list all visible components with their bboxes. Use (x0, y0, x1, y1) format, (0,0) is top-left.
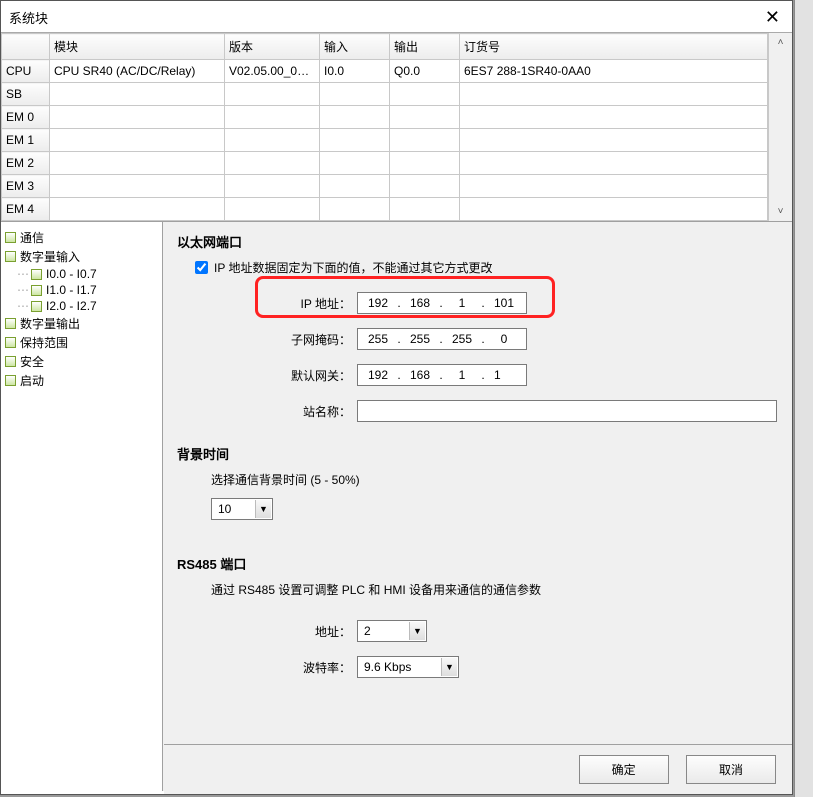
col-version[interactable]: 版本 (225, 34, 320, 60)
ip-address-input[interactable]: 192. 168. 1. 101 (357, 292, 527, 314)
nav-tree: 通信 数字量输入 ⋯I0.0 - I0.7 ⋯I1.0 - I1.7 ⋯I2.0… (1, 222, 163, 791)
square-icon (5, 356, 16, 367)
tree-item-dout[interactable]: 数字量输出 (5, 314, 158, 333)
tree-item-din-child[interactable]: ⋯I0.0 - I0.7 (5, 266, 158, 282)
table-row: EM 1 (2, 129, 768, 152)
tree-item-din-child[interactable]: ⋯I1.0 - I1.7 (5, 282, 158, 298)
col-output[interactable]: 输出 (390, 34, 460, 60)
chevron-down-icon: ▼ (441, 658, 457, 676)
tree-item-comm[interactable]: 通信 (5, 228, 158, 247)
right-edge (794, 0, 813, 797)
col-module[interactable]: 模块 (50, 34, 225, 60)
ok-button[interactable]: 确定 (579, 755, 669, 784)
square-icon (31, 269, 42, 280)
chevron-down-icon: ▼ (409, 622, 425, 640)
rs485-baud-select[interactable]: 9.6 Kbps ▼ (357, 656, 459, 678)
rs485-addr-select[interactable]: 2 ▼ (357, 620, 427, 642)
window-title: 系统块 (9, 8, 48, 27)
button-bar: 确定 取消 (164, 744, 792, 794)
table-row: SB (2, 83, 768, 106)
background-time-select[interactable]: 10 ▼ (211, 498, 273, 520)
ethernet-title: 以太网端口 (177, 232, 778, 251)
square-icon (5, 318, 16, 329)
grid-corner (2, 34, 50, 60)
col-order[interactable]: 订货号 (460, 34, 768, 60)
cell-output[interactable]: Q0.0 (390, 60, 460, 83)
close-icon[interactable]: ✕ (761, 7, 784, 28)
gateway-input[interactable]: 192. 168. 1. 1 (357, 364, 527, 386)
table-row: EM 0 (2, 106, 768, 129)
title-bar: 系统块 ✕ (1, 1, 792, 32)
cell-version[interactable]: V02.05.00_00.... (225, 60, 320, 83)
ip-fixed-label: IP 地址数据固定为下面的值，不能通过其它方式更改 (214, 259, 492, 276)
square-icon (31, 285, 42, 296)
form-panel: 以太网端口 IP 地址数据固定为下面的值，不能通过其它方式更改 IP 地址： 1… (163, 222, 792, 791)
table-row: EM 4 (2, 198, 768, 221)
station-label: 站名称： (177, 403, 357, 420)
table-row: EM 3 (2, 175, 768, 198)
cell-order[interactable]: 6ES7 288-1SR40-0AA0 (460, 60, 768, 83)
tree-item-security[interactable]: 安全 (5, 352, 158, 371)
rs485-desc: 通过 RS485 设置可调整 PLC 和 HMI 设备用来通信的通信参数 (211, 581, 778, 598)
cell-input[interactable]: I0.0 (320, 60, 390, 83)
cell-module[interactable]: CPU SR40 (AC/DC/Relay) (50, 60, 225, 83)
square-icon (5, 251, 16, 262)
cancel-button[interactable]: 取消 (686, 755, 776, 784)
col-input[interactable]: 输入 (320, 34, 390, 60)
subnet-input[interactable]: 255. 255. 255. 0 (357, 328, 527, 350)
station-name-input[interactable] (357, 400, 777, 422)
grid-scrollbar[interactable]: ˄ ˅ (768, 33, 792, 221)
gateway-label: 默认网关： (177, 367, 357, 384)
chevron-down-icon: ▼ (255, 500, 271, 518)
rs485-addr-label: 地址： (177, 623, 357, 640)
tree-item-start[interactable]: 启动 (5, 371, 158, 390)
square-icon (5, 232, 16, 243)
tree-item-retain[interactable]: 保持范围 (5, 333, 158, 352)
scroll-up-icon[interactable]: ˄ (778, 37, 784, 48)
rs485-title: RS485 端口 (177, 554, 778, 573)
ip-address-label: IP 地址： (177, 295, 357, 312)
tree-item-din[interactable]: 数字量输入 (5, 247, 158, 266)
square-icon (31, 301, 42, 312)
table-row: EM 2 (2, 152, 768, 175)
scroll-down-icon[interactable]: ˅ (778, 206, 784, 217)
square-icon (5, 337, 16, 348)
background-desc: 选择通信背景时间 (5 - 50%) (211, 471, 778, 488)
ip-fixed-checkbox[interactable] (195, 261, 208, 274)
table-row: CPU CPU SR40 (AC/DC/Relay) V02.05.00_00.… (2, 60, 768, 83)
tree-item-din-child[interactable]: ⋯I2.0 - I2.7 (5, 298, 158, 314)
rs485-baud-label: 波特率： (177, 659, 357, 676)
module-grid: 模块 版本 输入 输出 订货号 CPU CPU SR40 (AC/DC/Rela… (1, 32, 792, 222)
background-title: 背景时间 (177, 444, 778, 463)
square-icon (5, 375, 16, 386)
subnet-label: 子网掩码： (177, 331, 357, 348)
